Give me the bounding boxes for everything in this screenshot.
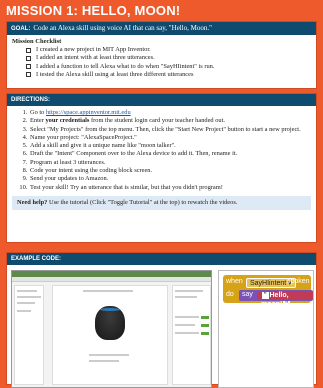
step-text: from the student login card your teacher… [89, 117, 225, 125]
step-text: Program at least 3 utterances. [30, 158, 106, 166]
mission-checklist: Mission Checklist I created a new projec… [7, 35, 316, 82]
checklist-item: I added an intent with at least three ut… [26, 54, 311, 62]
checklist-item: I created a new project in MIT App Inven… [26, 46, 311, 54]
example-card: EXAMPLE CODE: when SayHIintent ▾ spoken … [6, 252, 317, 388]
app-menu-bar [12, 277, 211, 282]
directions-card: DIRECTIONS: Go to https://space.appinven… [6, 93, 317, 243]
direction-step: Select "My Projects" from the top menu. … [29, 126, 310, 134]
example-body: when SayHIintent ▾ spoken do say " Hello,… [7, 265, 316, 388]
comp-line [175, 296, 197, 298]
direction-step: Test your skill! Try an utterance that i… [29, 184, 310, 192]
example-heading: EXAMPLE CODE: [7, 253, 316, 265]
checklist-item-text: I added an intent with at least three ut… [36, 54, 155, 62]
toggle-icon [201, 332, 209, 335]
app-inventor-screenshot [11, 270, 212, 388]
echo-device-image [95, 306, 125, 340]
when-intent-block: when SayHIintent ▾ spoken do say " Hello,… [223, 275, 313, 308]
viewer-line [89, 360, 119, 362]
text-open-quote: " [262, 292, 269, 299]
goal-line: GOAL: Code an Alexa skill using voice AI … [7, 22, 316, 35]
step-text: Test your skill! Try an utterance that i… [30, 183, 223, 191]
checklist-item-text: I added a function to tell Alexa what to… [36, 62, 215, 70]
step-text: Add a skill and give it a unique name li… [30, 142, 176, 150]
checkbox-icon [26, 64, 31, 70]
palette-line [17, 310, 31, 312]
comp-line [175, 324, 195, 326]
step-text: Select "My Projects" from the top menu. … [30, 125, 301, 133]
spoken-label: spoken [287, 278, 310, 285]
help-box: Need help? Use the tutorial (Click "Togg… [12, 195, 311, 210]
help-text: Use the tutorial (Click "Toggle Tutorial… [47, 198, 238, 206]
viewer-line [83, 290, 133, 292]
direction-step: Draft the "Intent" Component over to the… [29, 150, 310, 158]
text-string-block: " Hello, moon! " [257, 291, 313, 308]
toggle-icon [201, 316, 209, 319]
when-label: when [226, 278, 243, 285]
app-inventor-link[interactable]: https://space.appinventor.mit.edu [46, 109, 131, 116]
code-blocks-panel: when SayHIintent ▾ spoken do say " Hello,… [218, 270, 314, 388]
palette-panel [14, 285, 44, 385]
goal-text: Code an Alexa skill using voice AI that … [33, 24, 213, 32]
step-text: Go to [30, 109, 46, 116]
components-panel [172, 285, 211, 385]
toggle-icon [201, 324, 209, 327]
directions-heading: DIRECTIONS: [7, 94, 316, 106]
checklist-item: I tested the Alexa skill using at least … [26, 71, 311, 79]
palette-line [17, 290, 37, 292]
viewer-line [89, 354, 129, 356]
text-close-quote: " [283, 301, 290, 308]
comp-line [175, 332, 199, 334]
checkbox-icon [26, 47, 31, 53]
direction-step: Go to https://space.appinventor.mit.edu [29, 109, 310, 117]
palette-line [17, 296, 41, 298]
checklist-heading: Mission Checklist [12, 38, 62, 45]
checklist-item-text: I created a new project in MIT App Inven… [36, 46, 151, 53]
step-bold-text: your credentials [45, 117, 90, 125]
comp-line [175, 290, 203, 292]
echo-light-ring [100, 308, 120, 311]
do-label: do [226, 291, 234, 298]
step-text: Enter [30, 117, 46, 125]
direction-step: Add a skill and give it a unique name li… [29, 142, 310, 150]
checkbox-icon [26, 55, 31, 61]
direction-step: Name your project: "AlexaSpaceProject." [29, 134, 310, 142]
checklist-items: I created a new project in MIT App Inven… [12, 46, 311, 79]
comp-line [175, 316, 199, 318]
viewer-panel [52, 285, 168, 385]
checklist-item: I added a function to tell Alexa what to… [26, 63, 311, 71]
step-text: Send your updates to Amazon. [30, 175, 109, 183]
direction-step: Enter your credentials from the student … [29, 117, 310, 125]
say-block: say " Hello, moon! " [239, 290, 313, 308]
step-text: Name your project: "AlexaSpaceProject." [30, 133, 137, 141]
direction-step: Send your updates to Amazon. [29, 175, 310, 183]
step-text: Draft the "Intent" Component over to the… [30, 150, 238, 158]
palette-line [17, 302, 35, 304]
help-bold: Need help? [17, 198, 48, 206]
goal-label: GOAL: [11, 26, 31, 32]
direction-step: Code your intent using the coding block … [29, 167, 310, 175]
intent-name: SayHIintent [250, 280, 287, 287]
checklist-item-text: I tested the Alexa skill using at least … [36, 70, 194, 78]
direction-step: Program at least 3 utterances. [29, 159, 310, 167]
mission-title: MISSION 1: HELLO, MOON! [6, 3, 181, 18]
direction-steps: Go to https://space.appinventor.mit.eduE… [7, 106, 316, 194]
say-label: say [242, 291, 253, 298]
goal-card: GOAL: Code an Alexa skill using voice AI … [6, 21, 317, 89]
checkbox-icon [26, 72, 31, 78]
step-text: Code your intent using the coding block … [30, 167, 153, 175]
